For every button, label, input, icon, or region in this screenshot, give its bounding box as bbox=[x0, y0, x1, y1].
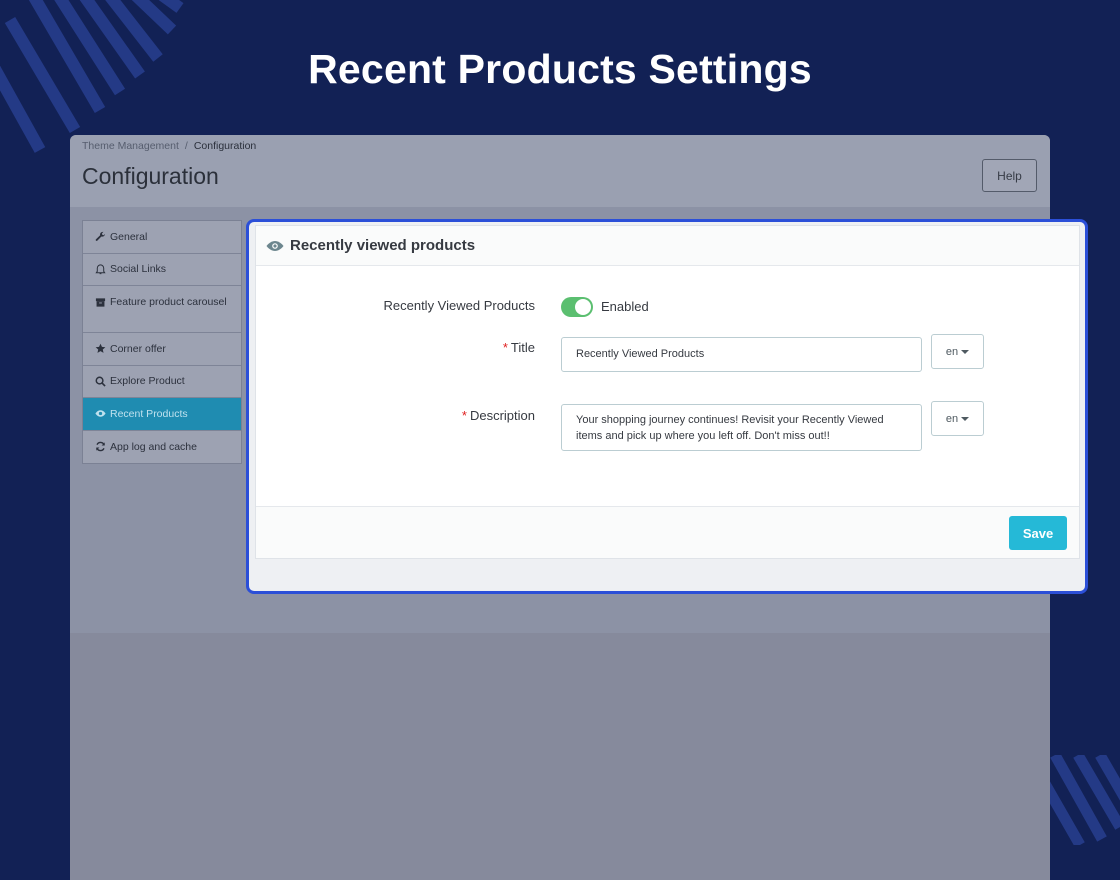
refresh-icon bbox=[96, 442, 105, 452]
toggle-knob bbox=[575, 299, 591, 315]
sidebar-item-label: Feature product carousel bbox=[110, 296, 227, 308]
description-language-dropdown[interactable]: en bbox=[931, 401, 984, 436]
required-mark: * bbox=[502, 340, 508, 355]
page-header: Theme Management / Configuration Configura… bbox=[70, 135, 1050, 207]
sidebar-item-label: App log and cache bbox=[110, 440, 197, 453]
wrench-icon bbox=[95, 232, 106, 242]
breadcrumb-current: Configuration bbox=[193, 140, 257, 152]
panel-title: Recently viewed products bbox=[290, 237, 476, 254]
eye-icon bbox=[266, 240, 284, 251]
archive-icon bbox=[95, 298, 106, 307]
title-field-label: * Title bbox=[435, 340, 535, 355]
sidebar-item-recent-products[interactable]: Recent Products bbox=[83, 398, 241, 431]
sidebar-item-explore-product[interactable]: Explore Product bbox=[83, 366, 241, 398]
language-label: en bbox=[945, 345, 959, 358]
description-textarea[interactable]: Your shopping journey continues! Revisit… bbox=[561, 404, 922, 451]
search-icon bbox=[95, 376, 106, 387]
page-title: Configuration bbox=[82, 163, 219, 189]
help-button[interactable]: Help bbox=[982, 159, 1037, 192]
hero-title: Recent Products Settings bbox=[308, 46, 812, 92]
caret-down-icon bbox=[961, 349, 970, 354]
panel-footer bbox=[256, 506, 1079, 558]
eye-icon bbox=[95, 410, 106, 417]
language-label: en bbox=[945, 412, 959, 425]
sidebar-item-app-log-and-cache[interactable]: App log and cache bbox=[83, 431, 241, 464]
bell-icon bbox=[95, 264, 106, 274]
sidebar-item-general[interactable]: General bbox=[83, 221, 241, 254]
decorative-stripes-bottom-right bbox=[1040, 755, 1120, 845]
sidebar-item-label: Social Links bbox=[110, 263, 167, 276]
config-sidebar: General Social Links Feature product car… bbox=[82, 220, 242, 464]
sidebar-item-corner-offer[interactable]: Corner offer bbox=[83, 333, 241, 366]
recently-viewed-toggle[interactable] bbox=[561, 297, 593, 317]
star-icon bbox=[95, 343, 106, 354]
description-label-text: Description bbox=[469, 408, 535, 423]
sidebar-item-social-links[interactable]: Social Links bbox=[83, 254, 241, 286]
required-mark: * bbox=[461, 408, 467, 423]
sidebar-item-feature-product-carousel[interactable]: Feature product carousel bbox=[83, 286, 241, 333]
sidebar-item-label: Explore Product bbox=[110, 375, 185, 388]
panel-header: Recently viewed products bbox=[256, 226, 1079, 266]
breadcrumb-parent-link[interactable]: Theme Management bbox=[82, 140, 179, 152]
save-button[interactable]: Save bbox=[1009, 516, 1067, 550]
breadcrumb: Theme Management / Configuration bbox=[82, 140, 256, 152]
toggle-label: Recently Viewed Products bbox=[383, 298, 535, 313]
caret-down-icon bbox=[961, 416, 970, 421]
title-input[interactable]: Recently Viewed Products bbox=[561, 337, 922, 372]
sidebar-item-label: General bbox=[110, 230, 148, 243]
settings-panel: Recently viewed products bbox=[255, 225, 1080, 559]
sidebar-item-label: Corner offer bbox=[110, 342, 166, 355]
sidebar-item-label: Recent Products bbox=[110, 407, 188, 420]
breadcrumb-separator: / bbox=[184, 140, 188, 152]
toggle-state-text: Enabled bbox=[601, 299, 649, 314]
title-label-text: Title bbox=[510, 340, 535, 355]
title-language-dropdown[interactable]: en bbox=[931, 334, 984, 369]
description-field-label: * Description bbox=[415, 408, 535, 423]
